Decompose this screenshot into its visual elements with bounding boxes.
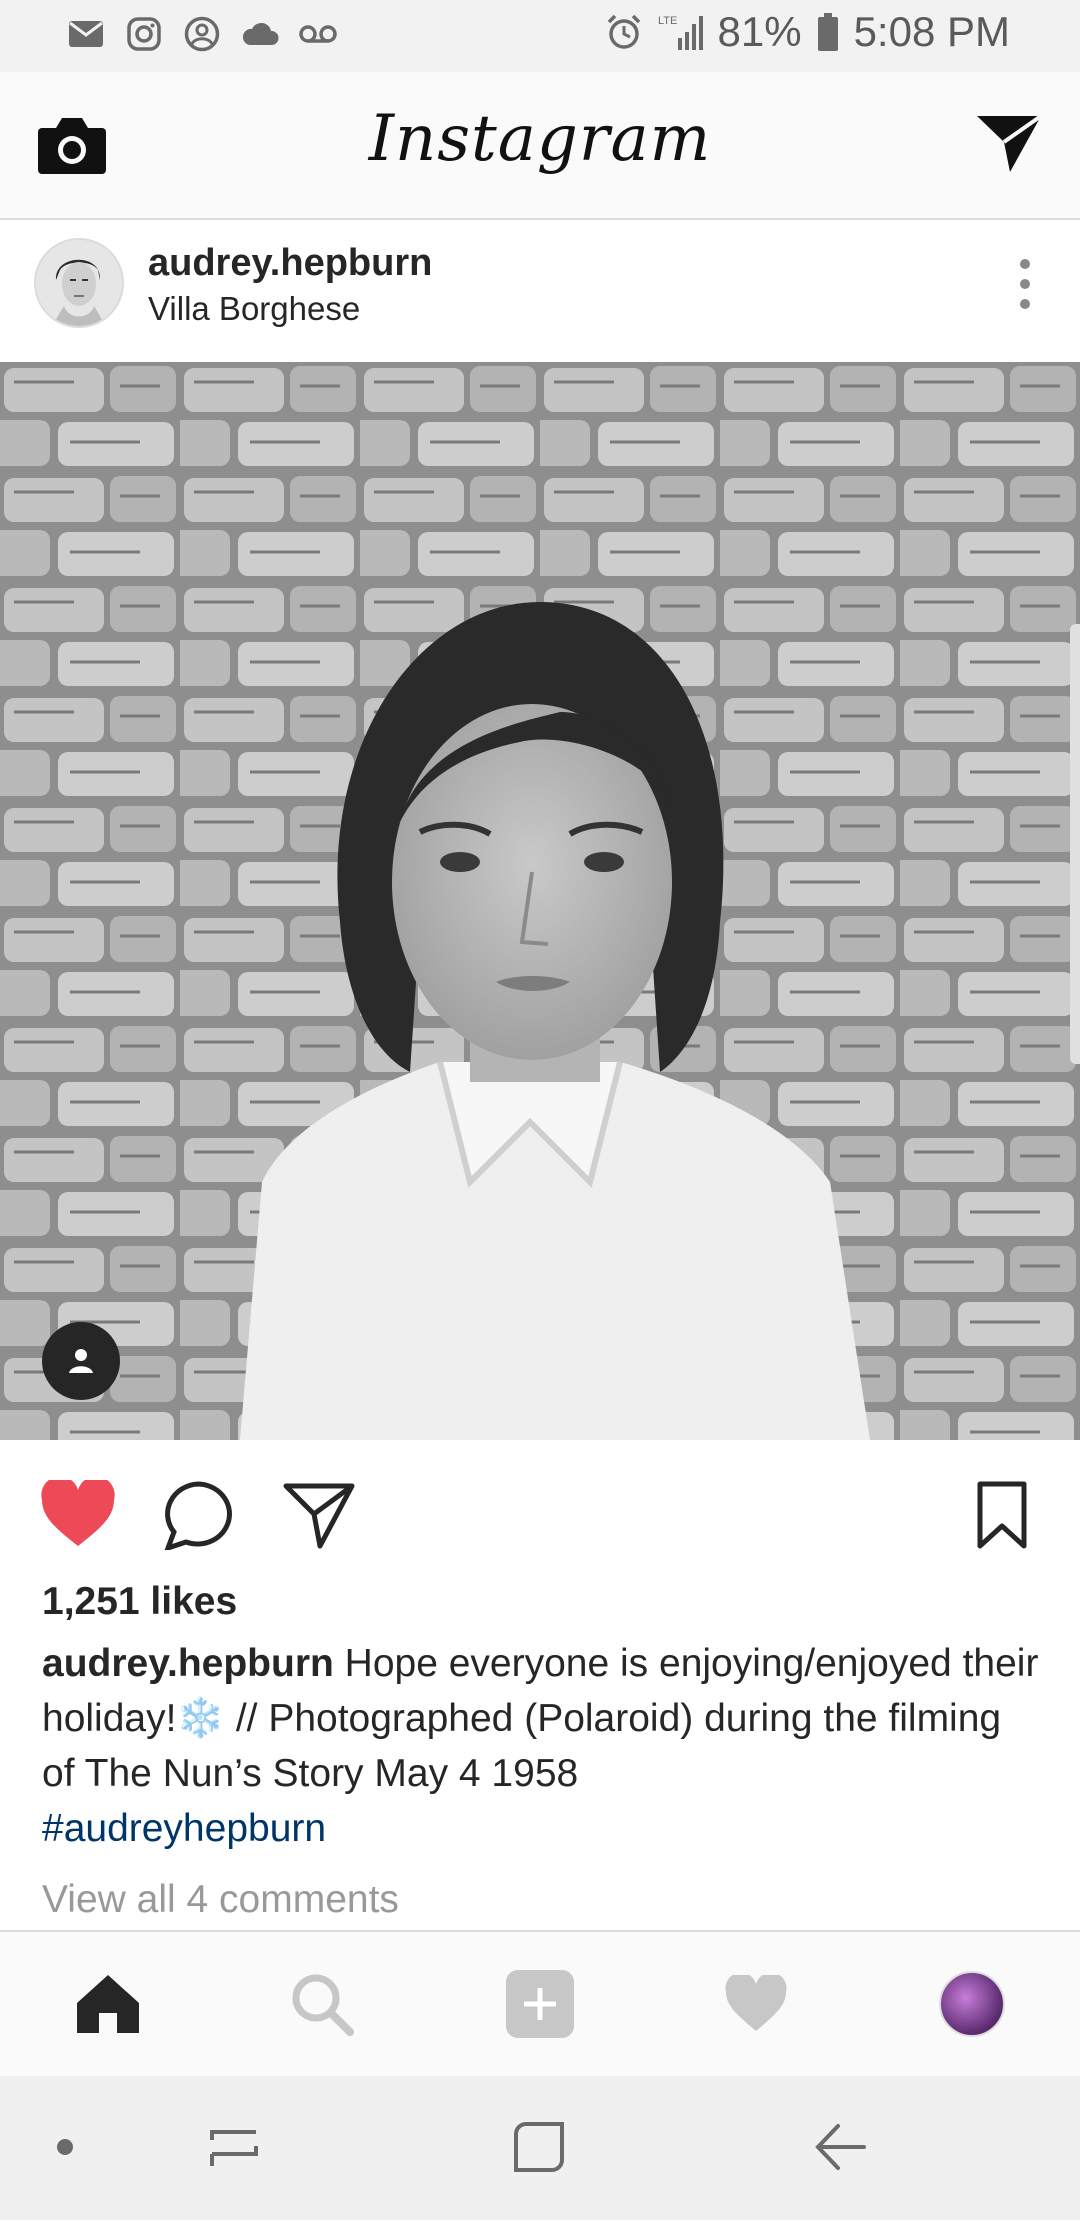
post-caption: audrey.hepburn Hope everyone is enjoying… xyxy=(42,1636,1042,1856)
post-photo[interactable] xyxy=(0,362,1080,1440)
post-actions xyxy=(0,1440,1080,1580)
account-circle-icon xyxy=(182,14,222,54)
tagged-people-button[interactable] xyxy=(42,1322,120,1400)
search-icon[interactable] xyxy=(282,1964,362,2044)
likes-count[interactable]: 1,251 likes xyxy=(42,1580,237,1624)
caption-username[interactable]: audrey.hepburn xyxy=(42,1642,334,1685)
system-navigation-bar xyxy=(0,2076,1080,2220)
profile-avatar-image xyxy=(939,1971,1005,2037)
bottom-navigation xyxy=(0,1930,1080,2078)
status-left-icons xyxy=(66,14,338,54)
voicemail-icon xyxy=(298,14,338,54)
cloud-icon xyxy=(240,14,280,54)
post-username[interactable]: audrey.hepburn xyxy=(148,242,432,285)
network-label: LTE xyxy=(658,15,677,27)
status-bar: LTE 81% 5:08 PM xyxy=(0,0,1080,72)
edge-panel-handle[interactable] xyxy=(1070,624,1080,1064)
post-location[interactable]: Villa Borghese xyxy=(148,290,360,328)
battery-icon xyxy=(816,12,840,52)
clock: 5:08 PM xyxy=(853,8,1010,55)
instagram-icon xyxy=(124,14,164,54)
profile-avatar[interactable] xyxy=(932,1964,1012,2044)
signal-icon: LTE xyxy=(658,12,704,52)
save-bookmark-icon[interactable] xyxy=(976,1480,1028,1555)
caption-hashtag[interactable]: #audreyhepburn xyxy=(42,1801,1042,1856)
status-right: LTE 81% 5:08 PM xyxy=(604,8,1010,56)
like-heart-icon[interactable] xyxy=(40,1476,116,1553)
alarm-icon xyxy=(604,12,644,52)
home-button-icon[interactable] xyxy=(512,2120,566,2179)
back-arrow-icon[interactable] xyxy=(812,2120,868,2179)
battery-percent: 81% xyxy=(717,8,802,55)
direct-message-icon[interactable] xyxy=(974,112,1044,176)
add-post-icon[interactable] xyxy=(500,1964,580,2044)
home-icon[interactable] xyxy=(68,1964,148,2044)
activity-heart-icon[interactable] xyxy=(716,1964,796,2044)
mail-icon xyxy=(66,14,106,54)
person-icon xyxy=(69,1349,93,1373)
post-author-avatar[interactable] xyxy=(34,238,124,328)
post-photo-image xyxy=(0,362,1080,1440)
view-all-comments-link[interactable]: View all 4 comments xyxy=(42,1878,399,1922)
more-options-icon[interactable] xyxy=(1010,256,1040,312)
top-app-bar: Instagram xyxy=(0,72,1080,220)
recent-apps-icon[interactable] xyxy=(208,2120,262,2179)
share-icon[interactable] xyxy=(282,1480,356,1555)
app-title: Instagram xyxy=(368,102,712,176)
post-header: audrey.hepburn Villa Borghese xyxy=(0,220,1080,362)
comment-icon[interactable] xyxy=(162,1480,234,1555)
nav-dot-icon[interactable] xyxy=(56,2138,74,2161)
